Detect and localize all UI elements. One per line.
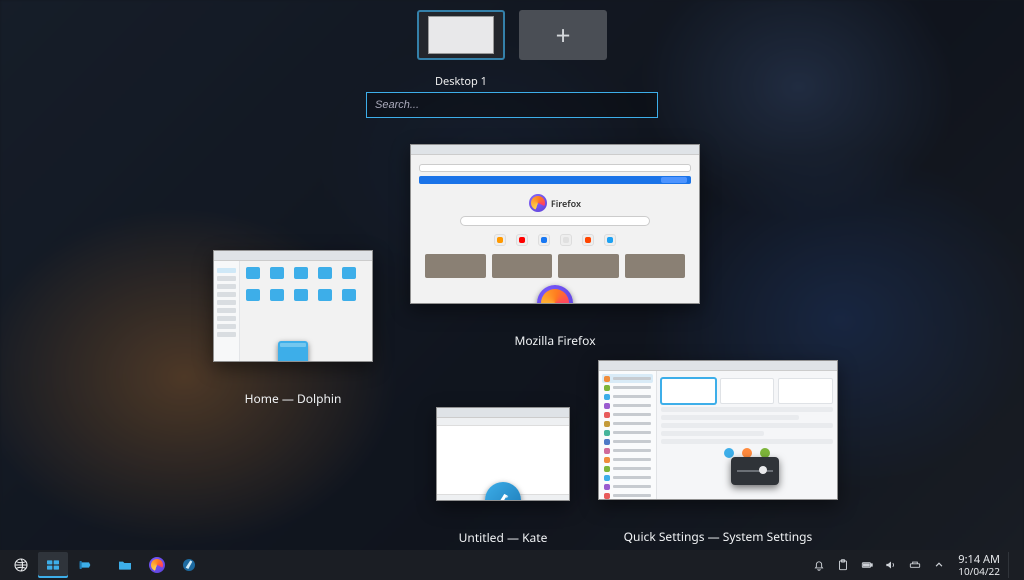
window-caption: Untitled — Kate <box>436 529 570 546</box>
clock-date: 10/04/22 <box>958 566 1000 577</box>
window-caption: Quick Settings — System Settings <box>598 528 838 545</box>
firefox-urlbar <box>419 164 691 172</box>
firefox-info-bar <box>419 176 691 184</box>
task-dolphin[interactable] <box>110 552 140 578</box>
virtual-desktop-pager: Desktop 1 + <box>0 10 1024 60</box>
plus-icon: + <box>556 17 571 53</box>
titlebar <box>437 408 569 418</box>
firefox-top-sites <box>419 234 691 246</box>
desktop-label: Desktop 1 <box>417 74 505 89</box>
window-tile-system-settings[interactable]: Quick Settings — System Settings <box>598 360 838 545</box>
panel-clock[interactable]: 9:14 AM 10/04/22 <box>952 554 1004 576</box>
folder-icon <box>278 341 308 362</box>
window-tile-dolphin[interactable]: Home — Dolphin <box>213 250 373 407</box>
tray-network-icon[interactable] <box>904 552 926 578</box>
titlebar <box>214 251 372 261</box>
tray-chevron-up-icon[interactable] <box>928 552 950 578</box>
search-input[interactable] <box>375 99 649 111</box>
settings-slider-popup <box>731 457 779 485</box>
desktop-thumbnail-preview <box>428 16 494 54</box>
firefox-home-search <box>460 216 650 226</box>
application-launcher-button[interactable] <box>6 552 36 578</box>
add-desktop-button[interactable]: + <box>519 10 607 60</box>
dolphin-places-panel <box>214 261 240 361</box>
tray-volume-icon[interactable] <box>880 552 902 578</box>
desktop-thumbnail-1[interactable] <box>417 10 505 60</box>
show-desktop-button[interactable] <box>1008 552 1018 578</box>
firefox-logo: Firefox <box>419 194 691 212</box>
window-tile-kate[interactable]: Untitled — Kate <box>436 407 570 546</box>
window-caption: Home — Dolphin <box>213 390 373 407</box>
tray-notifications-icon[interactable] <box>808 552 830 578</box>
titlebar <box>599 361 837 371</box>
kate-toolbar <box>437 418 569 426</box>
taskbar: 9:14 AM 10/04/22 <box>0 550 1024 580</box>
task-discover[interactable] <box>70 552 100 578</box>
overview-search[interactable] <box>366 92 658 118</box>
settings-sidebar <box>599 371 657 499</box>
window-caption: Mozilla Firefox <box>410 332 700 349</box>
task-firefox[interactable] <box>142 552 172 578</box>
tray-clipboard-icon[interactable] <box>832 552 854 578</box>
firefox-pocket-cards <box>419 254 691 278</box>
titlebar <box>411 145 699 155</box>
firefox-icon <box>537 285 573 304</box>
tray-battery-icon[interactable] <box>856 552 878 578</box>
task-overview[interactable] <box>38 552 68 578</box>
window-tile-firefox[interactable]: Firefox Mozilla Firefox <box>410 144 700 349</box>
task-kate[interactable] <box>174 552 204 578</box>
